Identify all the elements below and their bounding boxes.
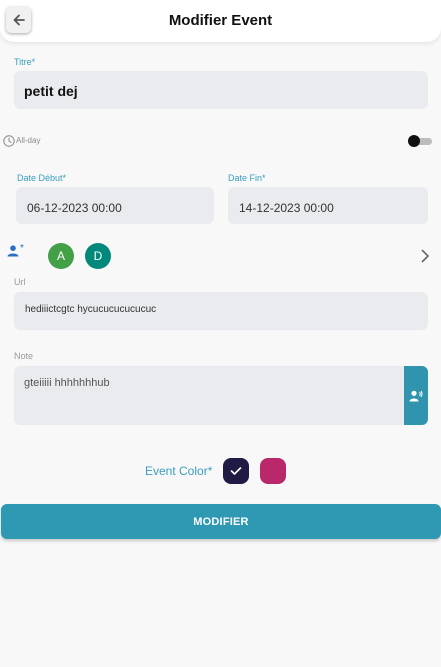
chevron-right-icon[interactable] [420, 249, 430, 263]
participants-required-mark: * [20, 243, 24, 254]
person-icon [7, 245, 19, 257]
voice-input-button[interactable] [404, 366, 428, 425]
url-value: hediiictcgtc hycucucucucucuc [25, 304, 157, 315]
date-debut-field[interactable]: 06-12-2023 00:00 [16, 187, 214, 224]
titre-input[interactable]: petit dej [14, 71, 428, 109]
check-icon [230, 467, 242, 475]
edit-event-screen: Modifier Event Titre* petit dej All-day … [0, 0, 441, 667]
clock-icon [3, 135, 15, 147]
titre-value: petit dej [24, 83, 78, 99]
note-label: Note [14, 351, 34, 361]
allday-label: All-day [16, 136, 41, 145]
app-header: Modifier Event [0, 0, 441, 42]
avatar-initial: D [93, 249, 103, 263]
avatar-initial: A [56, 249, 65, 263]
modifier-button[interactable]: MODIFIER [1, 504, 441, 539]
date-debut-label: Date Début* [17, 173, 67, 183]
avatar[interactable]: A [48, 243, 74, 269]
date-fin-label: Date Fin* [228, 173, 266, 183]
url-label: Url [14, 277, 26, 287]
voice-person-icon [409, 390, 423, 401]
titre-label: Titre* [14, 57, 36, 67]
color-swatch-navy[interactable] [223, 458, 249, 484]
date-fin-field[interactable]: 14-12-2023 00:00 [228, 187, 428, 224]
url-input[interactable]: hediiictcgtc hycucucucucucuc [14, 292, 428, 330]
avatar[interactable]: D [85, 243, 111, 269]
color-swatch-pink[interactable] [260, 458, 286, 484]
event-color-label: Event Color* [145, 464, 213, 478]
page-title: Modifier Event [168, 12, 273, 29]
toggle-knob [408, 135, 420, 147]
allday-toggle[interactable] [408, 135, 433, 147]
date-fin-value: 14-12-2023 00:00 [239, 201, 334, 215]
note-value: gteiiiii hhhhhhhub [24, 377, 110, 389]
date-debut-value: 06-12-2023 00:00 [27, 201, 122, 215]
note-textarea[interactable]: gteiiiii hhhhhhhub [14, 366, 406, 425]
